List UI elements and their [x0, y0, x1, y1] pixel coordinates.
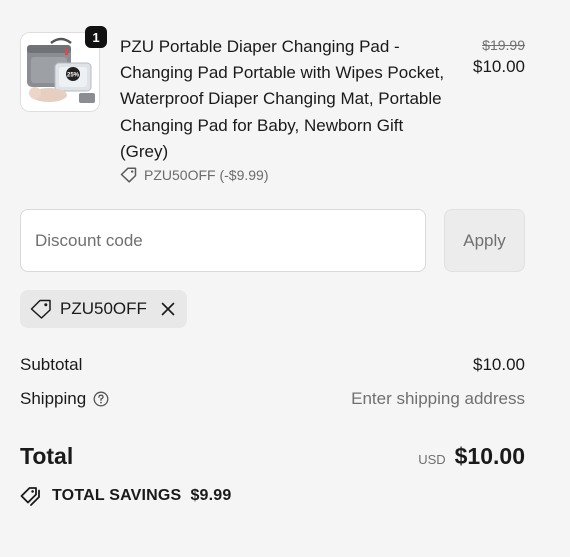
quantity-badge: 1: [85, 26, 107, 48]
close-icon[interactable]: [161, 302, 175, 316]
shipping-label: Shipping: [20, 389, 87, 409]
total-amount: $10.00: [454, 443, 525, 470]
total-line: Total USD $10.00: [20, 443, 525, 470]
shipping-label-group: Shipping: [20, 389, 109, 409]
total-amount-group: USD $10.00: [418, 443, 525, 470]
product-discount: PZU50OFF (-$9.99): [120, 167, 459, 183]
subtotal-value: $10.00: [473, 355, 525, 375]
product-discount-text: PZU50OFF (-$9.99): [144, 167, 269, 184]
applied-discount-code: PZU50OFF: [60, 299, 147, 319]
total-savings: TOTAL SAVINGS $9.99: [20, 486, 525, 506]
product-title: PZU Portable Diaper Changing Pad - Chang…: [120, 37, 445, 161]
savings-label: TOTAL SAVINGS: [52, 487, 182, 505]
total-label: Total: [20, 443, 74, 470]
question-circle-icon[interactable]: [93, 391, 109, 407]
tags-icon: [20, 486, 42, 506]
shipping-value: Enter shipping address: [351, 389, 525, 409]
apply-button[interactable]: Apply: [444, 209, 525, 273]
current-price: $10.00: [473, 57, 525, 76]
discount-row: Apply: [20, 209, 525, 273]
discount-code-input[interactable]: [20, 209, 426, 273]
subtotal-line: Subtotal $10.00: [20, 355, 525, 375]
line-item: 25% 1 PZU Portable Diaper Changing Pad -…: [20, 26, 525, 183]
product-price: $19.99 $10.00: [473, 32, 525, 80]
savings-amount: $9.99: [190, 487, 232, 505]
tag-icon: [120, 167, 137, 183]
applied-discount-chip: PZU50OFF: [20, 290, 187, 329]
shipping-line: Shipping Enter shipping address: [20, 389, 525, 409]
order-summary: 25% 1 PZU Portable Diaper Changing Pad -…: [20, 26, 525, 506]
currency-code: USD: [418, 452, 446, 468]
product-thumbnail-wrapper: 25% 1: [20, 26, 107, 112]
subtotal-label: Subtotal: [20, 355, 83, 375]
original-price: $19.99: [482, 37, 525, 53]
product-info: PZU Portable Diaper Changing Pad - Chang…: [120, 32, 459, 183]
tag-icon: [30, 299, 52, 319]
svg-text:25%: 25%: [67, 73, 80, 79]
